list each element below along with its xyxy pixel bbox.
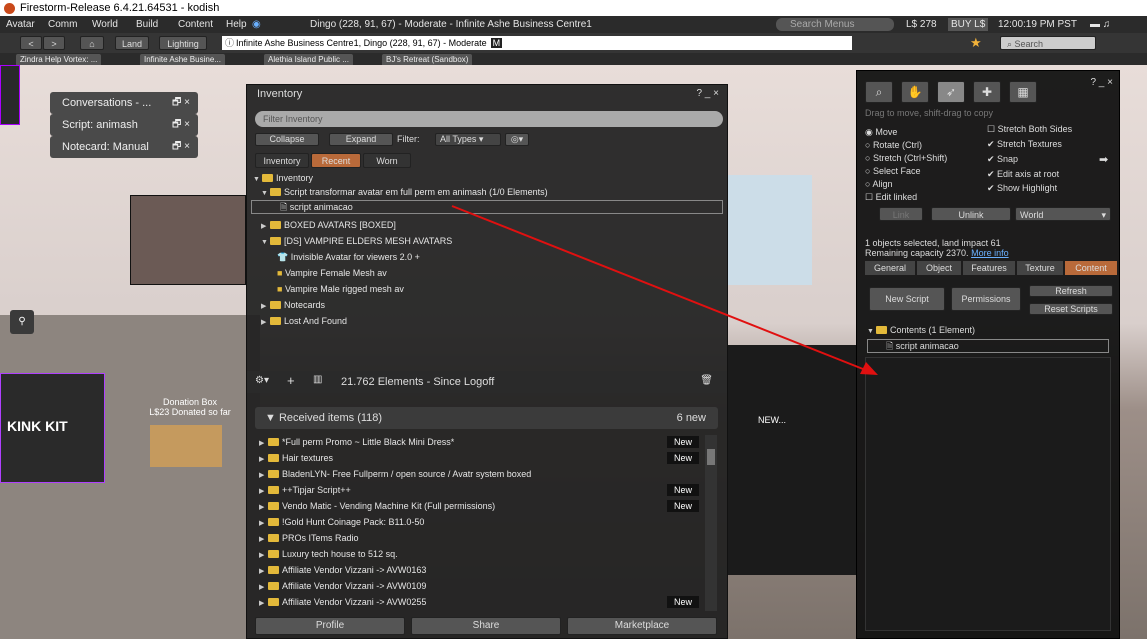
drag-arrow [451,205,878,375]
drag-arrow-line [451,205,869,372]
